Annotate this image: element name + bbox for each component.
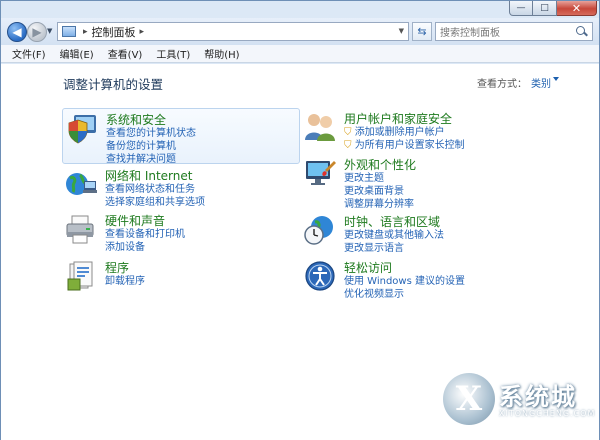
link-optimize-display[interactable]: 优化视频显示 bbox=[344, 285, 404, 300]
link-homegroup-sharing[interactable]: 选择家庭组和共享选项 bbox=[105, 193, 205, 208]
menu-help[interactable]: 帮助(H) bbox=[197, 46, 246, 61]
link-screen-resolution[interactable]: 调整屏幕分辨率 bbox=[344, 195, 414, 210]
search-input[interactable]: 搜索控制面板 bbox=[436, 24, 574, 39]
navigation-bar: ◀ ▶ ▼ ▸ 控制面板 ▸ ▼ ⇆ 搜索控制面板 bbox=[1, 18, 599, 45]
maximize-button[interactable]: □ bbox=[533, 1, 557, 16]
content-area: 调整计算机的设置 查看方式： 类别 系统和安全 查看您的计算机状态 备份您的计算… bbox=[1, 64, 599, 440]
menu-file[interactable]: 文件(F) bbox=[5, 46, 53, 61]
category-ease-of-access[interactable]: 轻松访问 使用 Windows 建议的设置 优化视频显示 bbox=[301, 257, 561, 301]
watermark-x-icon: X bbox=[443, 373, 495, 425]
back-button[interactable]: ◀ bbox=[7, 22, 27, 42]
title-bar: — □ ✕ bbox=[1, 1, 599, 17]
breadcrumb-separator-icon[interactable]: ▸ bbox=[140, 27, 145, 37]
window-caption-buttons: — □ ✕ bbox=[509, 1, 597, 16]
link-parental-controls[interactable]: ⛉ 为所有用户设置家长控制 bbox=[344, 136, 465, 151]
link-troubleshoot[interactable]: 查找并解决问题 bbox=[106, 150, 176, 165]
watermark-brand: 系统城 bbox=[499, 383, 577, 411]
link-display-language[interactable]: 更改显示语言 bbox=[344, 239, 404, 254]
watermark-url: XITONGCHENG.COM bbox=[499, 409, 596, 418]
close-button[interactable]: ✕ bbox=[557, 1, 597, 16]
address-bar[interactable]: ▸ 控制面板 ▸ ▼ bbox=[57, 22, 409, 41]
programs-icon bbox=[67, 261, 93, 291]
arrow-left-icon: ◀ bbox=[12, 25, 22, 39]
category-hardware-sound[interactable]: 硬件和声音 查看设备和打印机 添加设备 bbox=[62, 210, 300, 254]
category-clock-language[interactable]: 时钟、语言和区域 更改键盘或其他输入法 更改显示语言 bbox=[301, 211, 561, 255]
view-by-label: 查看方式： bbox=[477, 79, 527, 90]
arrow-right-icon: ▶ bbox=[32, 25, 42, 39]
menu-view[interactable]: 查看(V) bbox=[101, 46, 150, 61]
category-programs[interactable]: 程序 卸载程序 bbox=[62, 257, 300, 293]
history-dropdown-icon[interactable]: ▼ bbox=[47, 27, 52, 35]
clock-globe-icon bbox=[304, 216, 333, 245]
menu-bar: 文件(F) 编辑(E) 查看(V) 工具(T) 帮助(H) bbox=[1, 45, 599, 63]
search-box[interactable]: 搜索控制面板 bbox=[435, 22, 593, 41]
menu-tools[interactable]: 工具(T) bbox=[149, 46, 197, 61]
page-title: 调整计算机的设置 bbox=[63, 77, 164, 92]
shield-pc-icon bbox=[68, 115, 96, 144]
uac-shield-icon: ⛉ bbox=[344, 140, 352, 151]
category-network-internet[interactable]: 网络和 Internet 查看网络状态和任务 选择家庭组和共享选项 bbox=[62, 165, 300, 209]
ease-of-access-icon bbox=[305, 261, 335, 291]
search-icon[interactable] bbox=[574, 24, 590, 40]
breadcrumb-separator-icon[interactable]: ▸ bbox=[83, 27, 88, 37]
minimize-button[interactable]: — bbox=[509, 1, 533, 16]
monitor-paint-icon bbox=[306, 161, 336, 185]
control-panel-window: — □ ✕ ◀ ▶ ▼ ▸ 控制面板 ▸ ▼ ⇆ 搜索控制面板 文件(F) 编辑… bbox=[0, 0, 600, 440]
view-by-dropdown[interactable]: 类别 bbox=[531, 75, 551, 90]
category-appearance[interactable]: 外观和个性化 更改主题 更改桌面背景 调整屏幕分辨率 bbox=[301, 154, 561, 210]
refresh-button[interactable]: ⇆ bbox=[412, 22, 432, 41]
globe-network-icon bbox=[66, 173, 97, 195]
watermark-logo: X 系统城 XITONGCHENG.COM bbox=[439, 371, 594, 427]
printer-icon bbox=[66, 215, 94, 244]
category-system-security[interactable]: 系统和安全 查看您的计算机状态 备份您的计算机 查找并解决问题 bbox=[62, 108, 300, 165]
link-uninstall-program[interactable]: 卸载程序 bbox=[105, 272, 145, 287]
breadcrumb-control-panel[interactable]: 控制面板 bbox=[92, 24, 136, 40]
control-panel-icon bbox=[62, 26, 76, 37]
refresh-icon: ⇆ bbox=[417, 25, 427, 38]
users-icon bbox=[305, 114, 335, 141]
forward-button[interactable]: ▶ bbox=[27, 22, 47, 42]
link-add-device[interactable]: 添加设备 bbox=[105, 238, 145, 253]
address-dropdown-icon[interactable]: ▼ bbox=[399, 27, 404, 35]
chevron-down-icon[interactable] bbox=[553, 77, 559, 81]
menu-edit[interactable]: 编辑(E) bbox=[53, 46, 101, 61]
category-user-accounts[interactable]: 用户帐户和家庭安全 ⛉ 添加或删除用户帐户 ⛉ 为所有用户设置家长控制 bbox=[301, 108, 561, 152]
